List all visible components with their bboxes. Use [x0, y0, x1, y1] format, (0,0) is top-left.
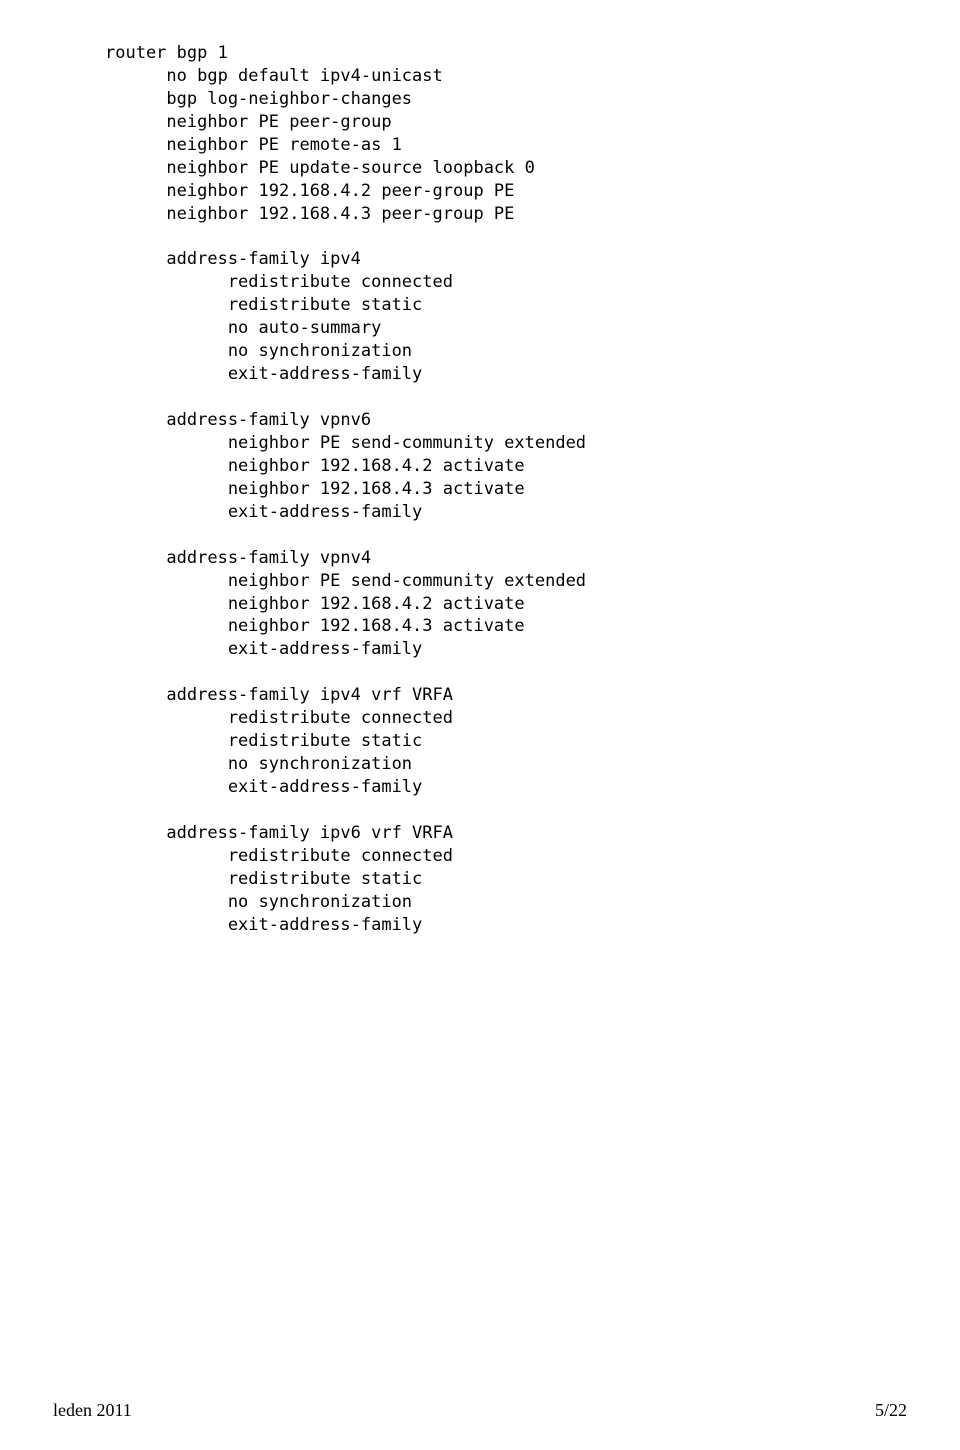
footer-page-number: 5/22 — [875, 1398, 960, 1422]
config-block: router bgp 1 no bgp default ipv4-unicast… — [105, 42, 586, 937]
page-footer: leden 2011 5/22 — [0, 1398, 960, 1422]
page: router bgp 1 no bgp default ipv4-unicast… — [0, 0, 960, 1450]
footer-date: leden 2011 — [0, 1398, 132, 1422]
